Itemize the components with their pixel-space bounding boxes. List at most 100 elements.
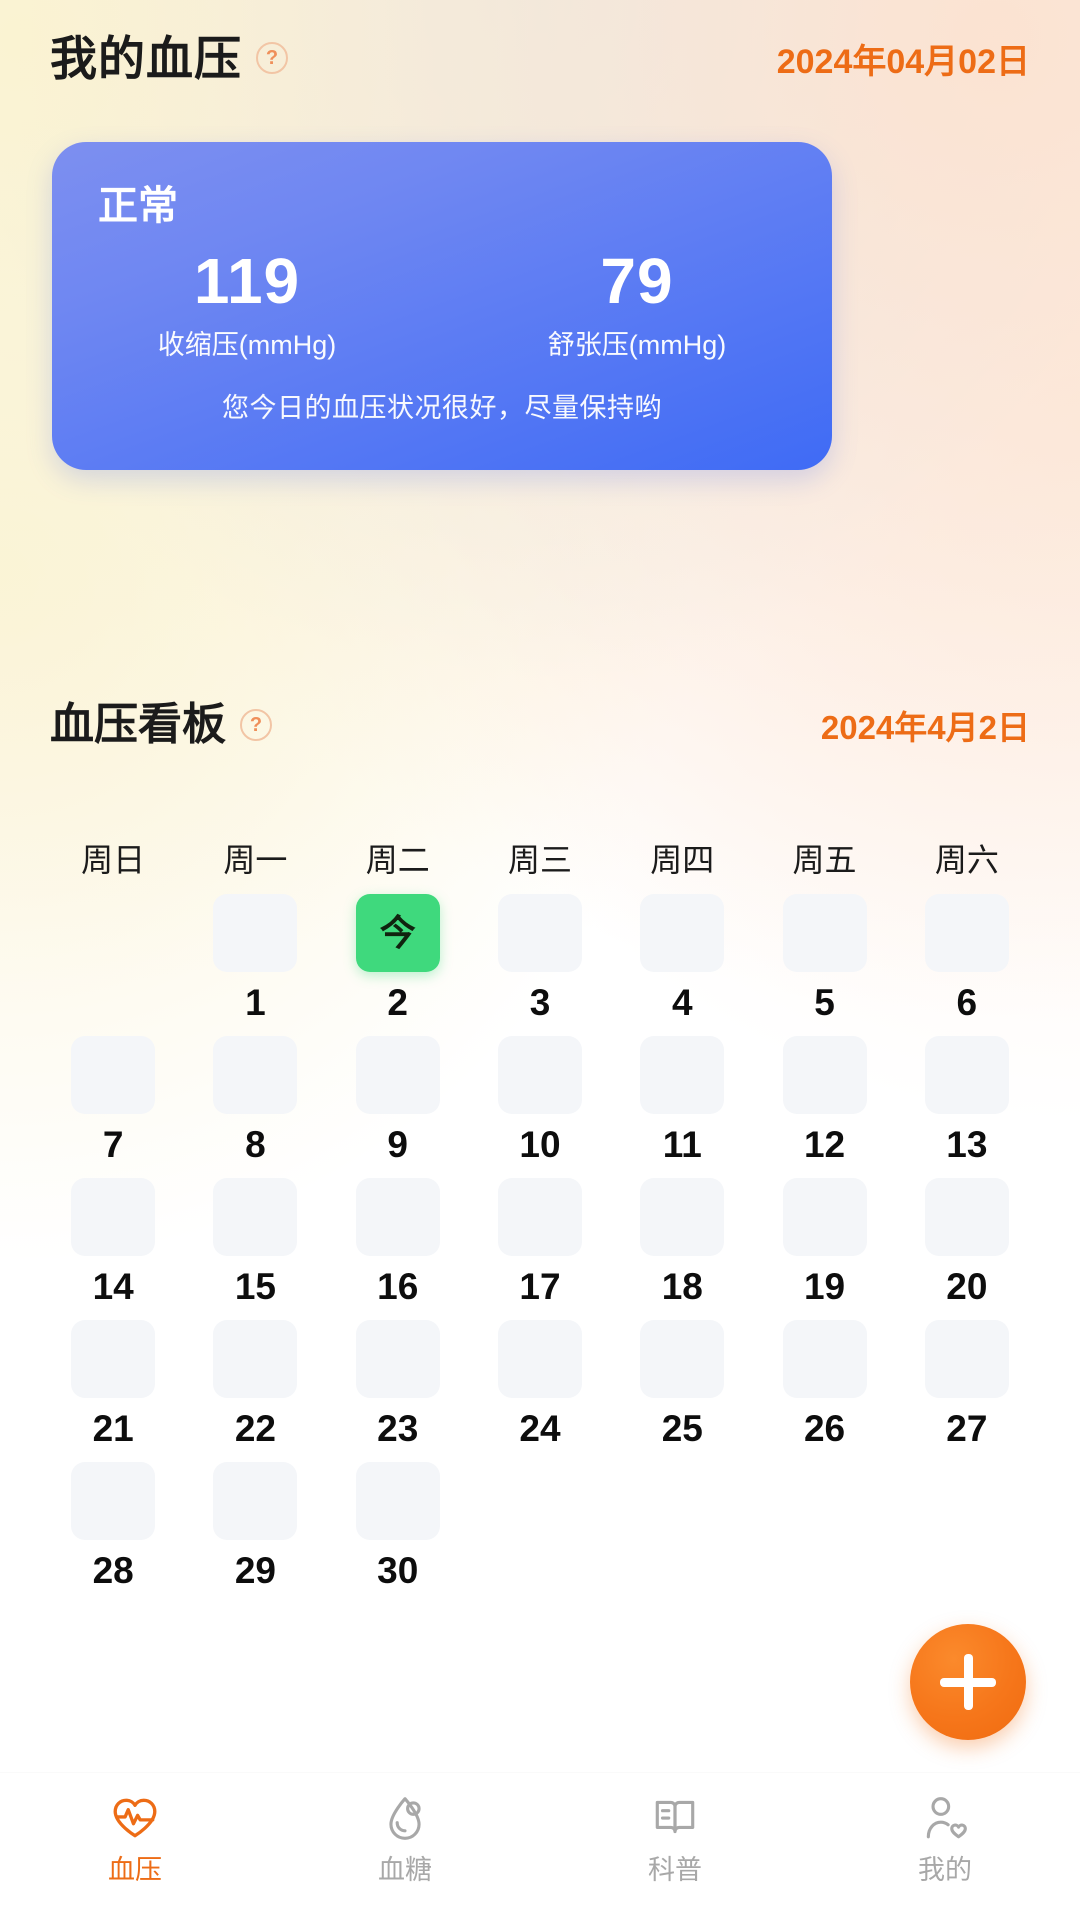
calendar-day-number: 19 [803, 1266, 846, 1307]
calendar-day-cell[interactable]: 21 [42, 1320, 184, 1462]
header-date[interactable]: 2024年04月02日 [777, 34, 1030, 83]
calendar-day-slot[interactable] [497, 894, 582, 972]
calendar-weekday-4: 周四 [650, 842, 715, 878]
add-record-button[interactable] [910, 1624, 1026, 1740]
calendar-day-cell[interactable]: 25 [611, 1320, 753, 1462]
calendar-day-cell[interactable]: 6 [896, 894, 1038, 1036]
calendar-day-cell[interactable]: 7 [42, 1036, 184, 1178]
heart-pulse-icon [108, 1791, 162, 1845]
question-circle-icon[interactable]: ? [240, 709, 272, 741]
calendar-day-slot[interactable] [355, 1320, 440, 1398]
calendar-day-cell[interactable]: 29 [184, 1462, 326, 1604]
calendar-day-number: 25 [661, 1408, 703, 1449]
calendar-day-cell[interactable]: 15 [184, 1178, 326, 1320]
calendar-day-slot[interactable] [924, 894, 1009, 972]
calendar-day-slot[interactable] [924, 1036, 1009, 1114]
calendar-day-slot[interactable] [213, 894, 298, 972]
calendar-day-slot[interactable] [71, 1462, 156, 1540]
calendar-day-empty [611, 1462, 753, 1604]
app-root: 我的血压 ? 2024年04月02日 正常 119 收缩压(mmHg) 79 舒… [0, 0, 1080, 1920]
calendar-day-slot[interactable] [640, 894, 725, 972]
calendar-day-slot[interactable] [782, 1320, 867, 1398]
calendar-day-slot[interactable] [640, 1036, 725, 1114]
calendar-day-cell[interactable]: 13 [896, 1036, 1038, 1178]
calendar-today-marker[interactable]: 今 [355, 894, 440, 972]
calendar-day-cell[interactable]: 24 [469, 1320, 611, 1462]
blood-drop-icon [378, 1791, 432, 1845]
calendar-day-cell[interactable]: 27 [896, 1320, 1038, 1462]
calendar-day-cell[interactable]: 22 [184, 1320, 326, 1462]
calendar-day-slot[interactable] [71, 1036, 156, 1114]
calendar-day-cell[interactable]: 14 [42, 1178, 184, 1320]
nav-label: 血糖 [378, 1855, 432, 1885]
calendar-day-cell[interactable]: 16 [327, 1178, 469, 1320]
nav-item-血压[interactable]: 血压 [0, 1791, 270, 1884]
nav-label: 血压 [108, 1855, 162, 1885]
board-date[interactable]: 2024年4月2日 [821, 701, 1030, 749]
calendar-day-cell[interactable]: 5 [753, 894, 895, 1036]
calendar-day-cell[interactable]: 19 [753, 1178, 895, 1320]
question-circle-icon[interactable]: ? [256, 42, 288, 74]
nav-item-我的[interactable]: 我的 [810, 1791, 1080, 1884]
calendar-weekday-1: 周一 [223, 842, 288, 878]
nav-label: 科普 [648, 1855, 702, 1885]
calendar-day-cell[interactable]: 11 [611, 1036, 753, 1178]
calendar-day-slot[interactable] [497, 1320, 582, 1398]
calendar-day-cell[interactable]: 18 [611, 1178, 753, 1320]
systolic-label: 收缩压(mmHg) [157, 330, 337, 361]
calendar-day-cell[interactable]: 1 [184, 894, 326, 1036]
calendar-day-slot[interactable] [71, 1320, 156, 1398]
calendar-weekday-0: 周日 [81, 842, 146, 878]
today-label: 今 [379, 912, 416, 953]
calendar-day-slot[interactable] [782, 1036, 867, 1114]
calendar-day-slot[interactable] [213, 1178, 298, 1256]
calendar-day-slot[interactable] [782, 894, 867, 972]
calendar-day-number: 4 [671, 982, 693, 1023]
calendar-day-cell[interactable]: 17 [469, 1178, 611, 1320]
calendar-day-number: 5 [814, 982, 835, 1023]
calendar-day-number: 18 [661, 1266, 703, 1307]
calendar-day-cell[interactable]: 26 [753, 1320, 895, 1462]
calendar-day-slot[interactable] [355, 1036, 440, 1114]
calendar-day-slot[interactable] [355, 1178, 440, 1256]
calendar-day-cell[interactable]: 10 [469, 1036, 611, 1178]
calendar-day-cell[interactable]: 28 [42, 1462, 184, 1604]
calendar-day-slot[interactable] [213, 1320, 298, 1398]
calendar-day-slot[interactable] [924, 1178, 1009, 1256]
calendar-day-cell[interactable]: 3 [469, 894, 611, 1036]
calendar-day-cell[interactable]: 8 [184, 1036, 326, 1178]
calendar-day-number: 2 [387, 982, 408, 1023]
calendar-weekday-3: 周三 [507, 842, 572, 878]
calendar-week-row: 7 8 9 10 11 12 13 [42, 1036, 1038, 1178]
calendar-day-cell[interactable]: 9 [327, 1036, 469, 1178]
calendar-day-slot[interactable] [213, 1036, 298, 1114]
calendar-day-slot[interactable] [71, 1178, 156, 1256]
calendar-day-cell[interactable]: 4 [611, 894, 753, 1036]
calendar-day-slot[interactable] [782, 1178, 867, 1256]
nav-item-科普[interactable]: 科普 [540, 1791, 810, 1884]
calendar-day-number: 7 [102, 1124, 124, 1165]
calendar-day-slot[interactable] [924, 1320, 1009, 1398]
calendar-day-slot[interactable] [497, 1036, 582, 1114]
calendar-day-number: 13 [946, 1124, 988, 1165]
calendar-week-row: 1今23456 [42, 894, 1038, 1036]
calendar-day-number: 9 [387, 1124, 408, 1165]
calendar-day-slot[interactable] [213, 1462, 298, 1540]
calendar-day-number: 17 [519, 1266, 561, 1307]
calendar-weekday-row: 周日 周一 周二 周三 周四 周五 周六 [42, 822, 1038, 894]
calendar-day-cell[interactable]: 30 [327, 1462, 469, 1604]
calendar-day-number: 23 [377, 1408, 419, 1449]
calendar-day-cell[interactable]: 23 [327, 1320, 469, 1462]
calendar-day-slot[interactable] [640, 1320, 725, 1398]
nav-item-血糖[interactable]: 血糖 [270, 1791, 540, 1884]
calendar-week-row: 21 22 23 24 25 26 27 [42, 1320, 1038, 1462]
calendar-day-cell[interactable]: 今2 [327, 894, 469, 1036]
blood-pressure-summary-card[interactable]: 正常 119 收缩压(mmHg) 79 舒张压(mmHg) 您今日的血压状况很好… [52, 142, 832, 470]
calendar-day-cell[interactable]: 12 [753, 1036, 895, 1178]
calendar-day-slot[interactable] [640, 1178, 725, 1256]
calendar-day-slot[interactable] [355, 1462, 440, 1540]
bottom-navigation-bar: 血压 血糖 科普 我的 [0, 1772, 1080, 1920]
calendar-day-slot[interactable] [497, 1178, 582, 1256]
calendar-day-number: 8 [245, 1124, 266, 1165]
calendar-day-cell[interactable]: 20 [896, 1178, 1038, 1320]
